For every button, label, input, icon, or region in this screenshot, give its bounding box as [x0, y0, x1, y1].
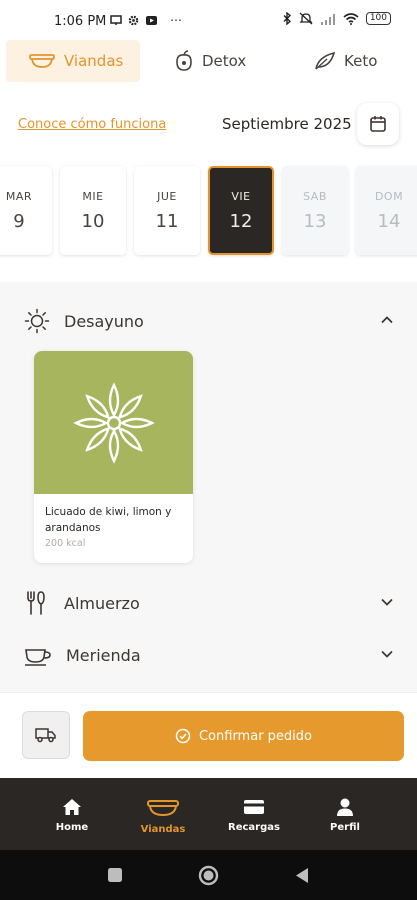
day-card-disabled: DOM 14: [356, 166, 417, 255]
calendar-button[interactable]: [357, 103, 399, 145]
status-time: 1:06 PM: [54, 14, 107, 29]
tab-keto[interactable]: Keto: [312, 40, 402, 82]
day-card-disabled: SAB 13: [282, 166, 348, 255]
plan-tabs: Viandas Detox Keto: [0, 40, 417, 82]
status-left-icons: ⋯: [110, 13, 182, 27]
tab-label: Viandas: [64, 52, 124, 70]
day-date: 10: [81, 210, 105, 232]
cutlery-icon: [27, 591, 45, 615]
confirm-order-button[interactable]: Confirmar pedido: [83, 711, 404, 761]
mute-icon: [299, 12, 313, 25]
day-card[interactable]: MIE 10: [60, 166, 126, 255]
wifi-icon: [343, 12, 359, 25]
confirm-order-label: Confirmar pedido: [198, 728, 312, 744]
fruit-icon: [176, 50, 192, 71]
product-card[interactable]: Licuado de kiwi, limon y arandanos 200 k…: [34, 351, 193, 563]
bowl-icon: [29, 54, 55, 68]
battery-icon: 100: [365, 12, 391, 25]
more-notifications-icon: ⋯: [170, 13, 182, 27]
day-card[interactable]: JUE 11: [134, 166, 200, 255]
status-right-icons: 100: [283, 12, 391, 25]
nav-viandas[interactable]: Viandas: [123, 798, 203, 835]
day-name: MIE: [82, 189, 104, 203]
status-bar: 1:06 PM ⋯ 100: [0, 0, 417, 42]
calendar-icon: [370, 116, 386, 132]
screen-icon: [110, 14, 122, 25]
nav-home[interactable]: Home: [32, 798, 112, 833]
nav-label: Viandas: [140, 824, 186, 835]
nav-label: Perfil: [330, 822, 360, 833]
meals-section: Desayuno Licuado de kiwi, limon y aranda…: [0, 282, 417, 692]
month-label: Septiembre 2025: [222, 115, 352, 133]
day-name: JUE: [157, 189, 177, 203]
card-icon: [244, 800, 264, 814]
day-selector: MAR 9 MIE 10 JUE 11 VIE 12 SAB 13 DOM 14: [0, 166, 417, 258]
chevron-down-icon: [381, 650, 393, 658]
back-button[interactable]: [294, 867, 310, 884]
user-icon: [337, 798, 353, 816]
day-date: 14: [377, 210, 401, 232]
meal-header-desayuno[interactable]: Desayuno: [24, 306, 394, 336]
home-button[interactable]: [198, 865, 219, 886]
product-image: [34, 351, 193, 494]
truck-icon: [35, 728, 56, 743]
video-icon: [146, 15, 157, 25]
cup-icon: [25, 649, 51, 666]
tab-label: Keto: [344, 52, 378, 70]
day-name: VIE: [231, 189, 251, 203]
day-name: SAB: [303, 189, 327, 203]
chevron-up-icon: [381, 316, 393, 324]
nav-label: Home: [55, 822, 89, 833]
action-bar: Confirmar pedido: [0, 692, 417, 778]
day-name: DOM: [374, 189, 404, 203]
day-date: 13: [303, 210, 327, 232]
check-circle-icon: [175, 728, 191, 744]
gear-icon: [128, 15, 139, 25]
meal-label: Almuerzo: [64, 593, 140, 613]
day-date: 9: [13, 210, 25, 232]
sun-icon: [24, 308, 50, 334]
tab-detox[interactable]: Detox: [172, 40, 272, 82]
home-icon: [63, 799, 81, 815]
recents-button[interactable]: [107, 867, 123, 883]
meal-header-almuerzo[interactable]: Almuerzo: [24, 588, 394, 618]
signal-icon: [320, 13, 335, 25]
delivery-button[interactable]: [22, 711, 70, 759]
leaf-icon: [315, 51, 336, 70]
product-kcal: 200 kcal: [45, 538, 86, 549]
day-date: 11: [155, 210, 179, 232]
flower-icon: [72, 381, 155, 464]
product-name: Licuado de kiwi, limon y arandanos: [45, 506, 172, 534]
tab-viandas[interactable]: Viandas: [6, 40, 140, 82]
how-it-works-link[interactable]: Conoce cómo funciona: [18, 117, 166, 132]
meal-label: Desayuno: [64, 311, 144, 331]
nav-perfil[interactable]: Perfil: [305, 798, 385, 833]
day-name: MAR: [5, 189, 33, 203]
bowl-icon: [147, 800, 179, 817]
system-nav-bar: [0, 850, 417, 900]
meal-label: Merienda: [66, 645, 141, 665]
bluetooth-icon: [283, 12, 291, 25]
tab-label: Detox: [202, 52, 247, 70]
chevron-down-icon: [381, 598, 393, 606]
day-card-selected[interactable]: VIE 12: [208, 166, 274, 255]
day-date: 12: [229, 210, 253, 232]
nav-recargas[interactable]: Recargas: [214, 798, 294, 833]
meal-header-merienda[interactable]: Merienda: [24, 640, 394, 670]
nav-label: Recargas: [228, 822, 280, 833]
bottom-nav: Home Viandas Recargas Perfil: [0, 778, 417, 850]
day-card[interactable]: MAR 9: [0, 166, 52, 255]
